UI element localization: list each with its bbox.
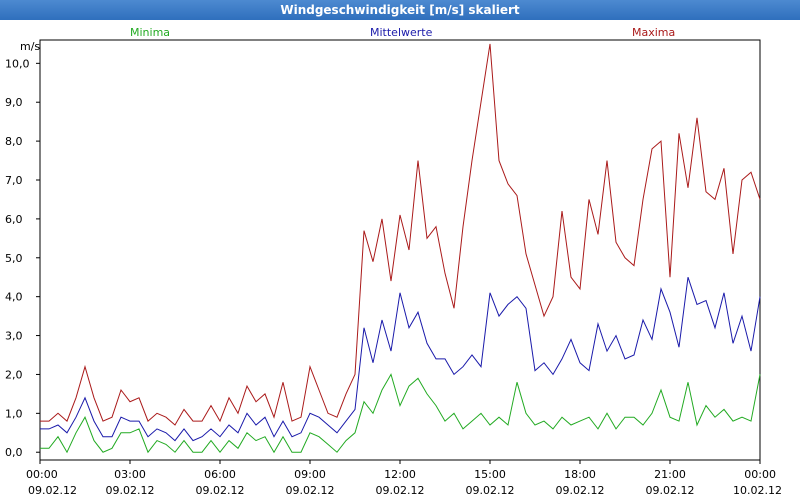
x-tick-date: 09.02.12 xyxy=(376,484,425,497)
legend-mittelwerte: Mittelwerte xyxy=(370,26,433,39)
x-tick-date: 09.02.12 xyxy=(196,484,245,497)
x-tick-time: 21:00 xyxy=(654,468,686,481)
x-tick-date: 09.02.12 xyxy=(646,484,695,497)
y-tick-label: 7,0 xyxy=(5,174,23,187)
x-tick-time: 18:00 xyxy=(564,468,596,481)
x-tick-time: 12:00 xyxy=(384,468,416,481)
legend-minima: Minima xyxy=(130,26,170,39)
y-tick-label: 8,0 xyxy=(5,135,23,148)
window-title: Windgeschwindigkeit [m/s] skaliert xyxy=(0,0,800,20)
legend-maxima: Maxima xyxy=(632,26,675,39)
x-tick-date: 10.02.12 xyxy=(733,484,782,497)
x-tick-time: 00:00 xyxy=(744,468,776,481)
y-tick-label: 10,0 xyxy=(5,57,30,70)
x-tick-date: 09.02.12 xyxy=(466,484,515,497)
x-tick-date: 09.02.12 xyxy=(556,484,605,497)
chart-svg: 0,0 1,0 2,0 3,0 4,0 5,0 6,0 7,0 8,0 9,0 10,0 00:00 0… xyxy=(5,26,782,497)
y-tick-label: 1,0 xyxy=(5,407,23,420)
y-axis-unit-label: m/s xyxy=(20,40,40,53)
x-tick-time: 00:00 xyxy=(26,468,58,481)
y-tick-label: 0,0 xyxy=(5,446,23,459)
x-tick-time: 06:00 xyxy=(204,468,236,481)
x-tick-date: 09.02.12 xyxy=(286,484,335,497)
y-tick-label: 6,0 xyxy=(5,213,23,226)
x-tick-date: 09.02.12 xyxy=(28,484,77,497)
y-tick-label: 9,0 xyxy=(5,96,23,109)
y-tick-label: 3,0 xyxy=(5,330,23,343)
y-tick-label: 5,0 xyxy=(5,252,23,265)
plot-frame xyxy=(39,39,761,461)
y-tick-label: 4,0 xyxy=(5,291,23,304)
chart-window: Windgeschwindigkeit [m/s] skaliert 0,0 1,… xyxy=(0,0,800,500)
x-tick-time: 09:00 xyxy=(294,468,326,481)
x-tick-time: 03:00 xyxy=(114,468,146,481)
y-tick-label: 2,0 xyxy=(5,368,23,381)
x-tick-date: 09.02.12 xyxy=(106,484,155,497)
x-tick-time: 15:00 xyxy=(474,468,506,481)
